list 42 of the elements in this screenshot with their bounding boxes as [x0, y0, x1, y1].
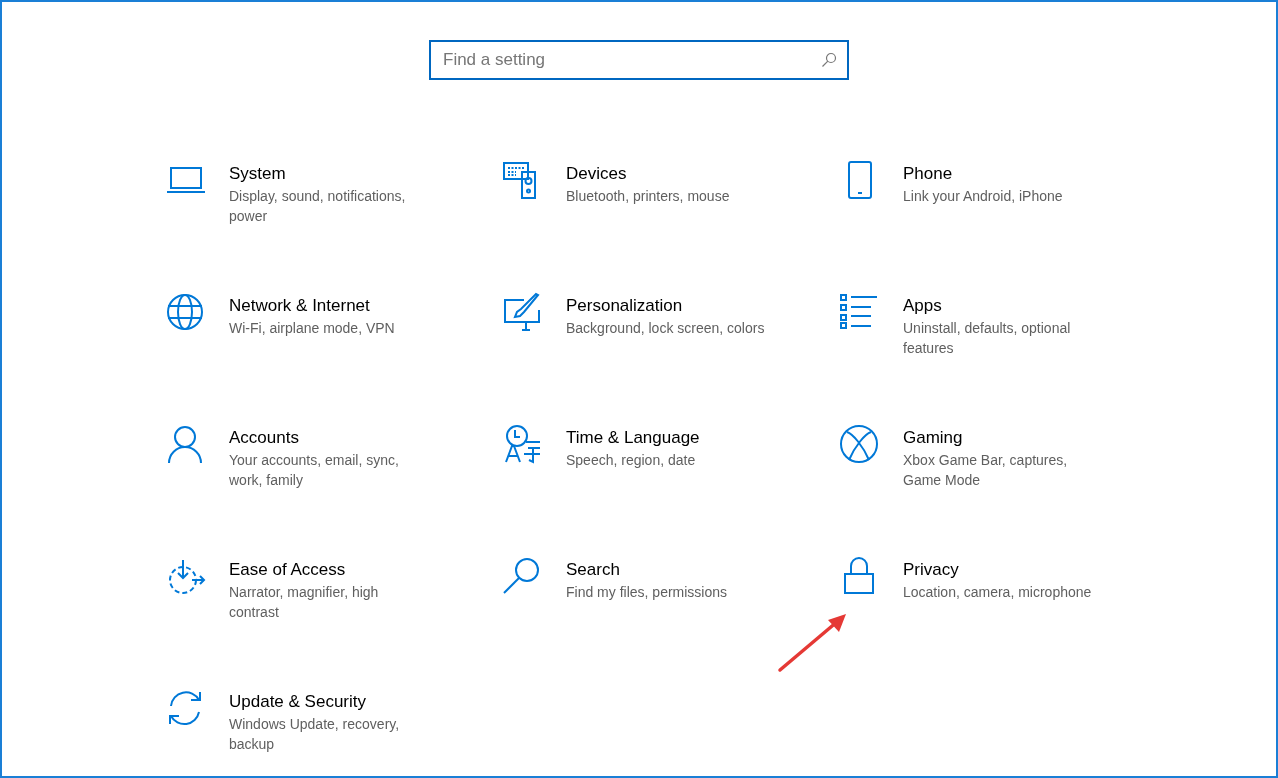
category-description: Uninstall, defaults, optional features: [903, 319, 1072, 358]
category-title: Apps: [903, 295, 943, 317]
category-title: System: [229, 163, 287, 185]
settings-category[interactable]: Apps Uninstall, defaults, optional features: [839, 292, 1139, 392]
category-title: Time & Language: [566, 427, 701, 449]
category-title: Update & Security: [229, 691, 367, 713]
category-title: Devices: [566, 163, 628, 185]
category-description: Location, camera, microphone: [903, 583, 1093, 602]
settings-category[interactable]: Phone Link your Android, iPhone: [839, 160, 1139, 260]
category-title: Gaming: [903, 427, 964, 449]
settings-category[interactable]: Time & Language Speech, region, date: [502, 424, 802, 524]
settings-category[interactable]: Gaming Xbox Game Bar, captures, Game Mode: [839, 424, 1139, 524]
category-description: Wi-Fi, airplane mode, VPN: [229, 319, 396, 338]
category-description: Link your Android, iPhone: [903, 187, 1064, 206]
settings-category[interactable]: System Display, sound, notifications, power: [165, 160, 465, 260]
category-title: Network & Internet: [229, 295, 371, 317]
category-description: Your accounts, email, sync, work, family: [229, 451, 400, 490]
category-description: Xbox Game Bar, captures, Game Mode: [903, 451, 1069, 490]
category-description: Narrator, magnifier, high contrast: [229, 583, 380, 622]
search-icon: [821, 52, 837, 68]
settings-category[interactable]: Devices Bluetooth, printers, mouse: [502, 160, 802, 260]
category-title: Privacy: [903, 559, 960, 581]
settings-category[interactable]: Privacy Location, camera, microphone: [839, 556, 1139, 656]
category-description: Background, lock screen, colors: [566, 319, 766, 338]
category-title: Accounts: [229, 427, 300, 449]
settings-category[interactable]: Ease of Access Narrator, magnifier, high contrast: [165, 556, 465, 656]
category-title: Ease of Access: [229, 559, 347, 581]
settings-category[interactable]: Accounts Your accounts, email, sync, work, family: [165, 424, 465, 524]
category-description: Speech, region, date: [566, 451, 697, 470]
category-title: Search: [566, 559, 621, 581]
xbox-logo-icon: [839, 424, 881, 466]
search-field[interactable]: Find a setting: [429, 40, 849, 80]
category-description: Bluetooth, printers, mouse: [566, 187, 731, 206]
category-description: Display, sound, notifications, power: [229, 187, 407, 226]
category-title: Phone: [903, 163, 954, 185]
settings-category[interactable]: Update & Security Windows Update, recovery, backup: [165, 688, 465, 776]
settings-category[interactable]: Network & Internet Wi-Fi, airplane mode, VPN: [165, 292, 465, 392]
settings-category[interactable]: Personalization Background, lock screen, colors: [502, 292, 802, 392]
category-description: Windows Update, recovery, backup: [229, 715, 401, 754]
category-title: Personalization: [566, 295, 684, 317]
settings-category[interactable]: Search Find my files, permissions: [502, 556, 802, 656]
category-description: Find my files, permissions: [566, 583, 729, 602]
